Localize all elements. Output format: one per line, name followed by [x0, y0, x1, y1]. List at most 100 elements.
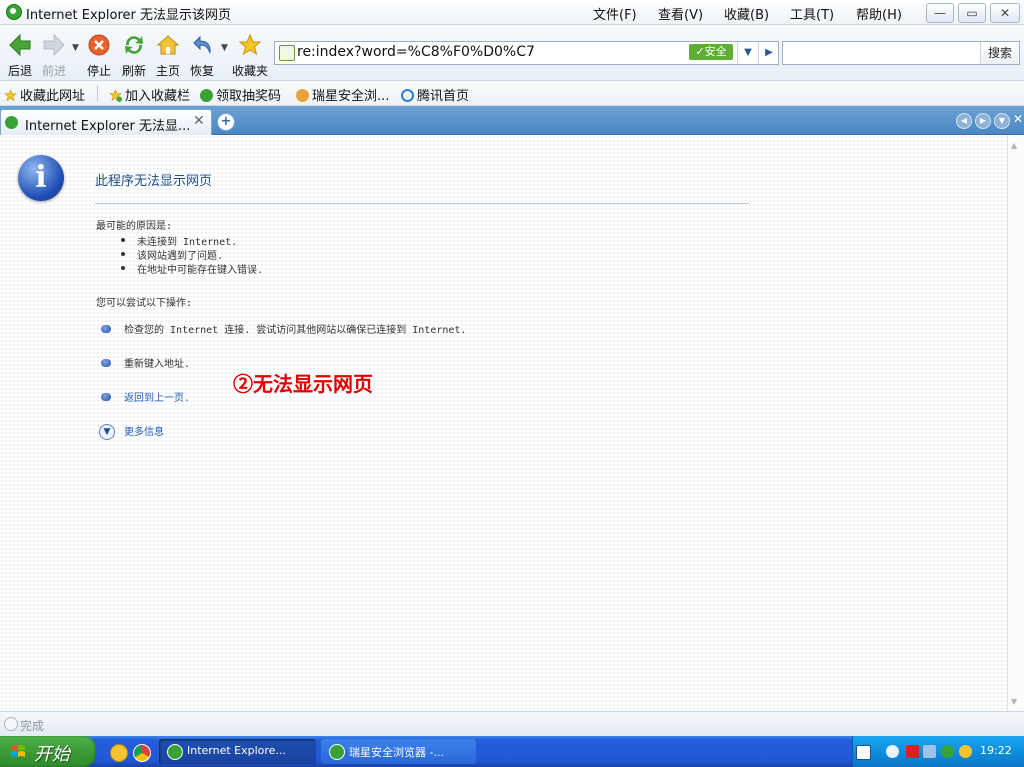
star-icon: [4, 89, 17, 102]
go-back-link[interactable]: 返回到上一页.: [124, 389, 190, 404]
page-heading: 此程序无法显示网页: [95, 174, 213, 189]
browser-icon: [200, 89, 213, 102]
go-arrow-icon[interactable]: ▶: [758, 42, 779, 64]
status-bar: 完成: [0, 711, 1024, 736]
menu-help[interactable]: 帮助(H): [856, 4, 902, 23]
search-button[interactable]: 搜索: [980, 42, 1019, 64]
start-button[interactable]: 开始: [0, 736, 96, 767]
separator: [97, 85, 98, 101]
tab-scroll-left-icon[interactable]: ◀: [956, 113, 972, 129]
fav-add-site-label: 收藏此网址: [20, 89, 86, 104]
status-icon: [4, 717, 18, 731]
favorites-bar: 收藏此网址 加入收藏栏 领取抽奖码 瑞星安全浏... 腾讯首页: [0, 81, 1024, 106]
forward-arrow-icon: [43, 33, 65, 57]
fav-tencent[interactable]: 腾讯首页: [401, 85, 469, 104]
rising-browser-icon: [296, 89, 309, 102]
menu-tools[interactable]: 工具(T): [790, 4, 834, 23]
menu-favorites[interactable]: 收藏(B): [724, 4, 769, 23]
fav-tencent-label: 腾讯首页: [417, 89, 470, 104]
tray-app-icon[interactable]: [856, 745, 871, 760]
tray-browser-icon[interactable]: [941, 745, 954, 758]
home-icon: [156, 35, 180, 55]
forward-button[interactable]: 前进: [37, 27, 71, 78]
fav-lottery-label: 领取抽奖码: [216, 89, 282, 104]
scroll-down-icon[interactable]: ▼: [1011, 697, 1017, 706]
clock: 19:22: [980, 744, 1012, 757]
fav-add-to-bar[interactable]: 加入收藏栏: [109, 85, 190, 104]
tray-antivirus-icon[interactable]: [906, 745, 919, 758]
windows-logo-icon: [11, 745, 25, 757]
undo-icon: [193, 35, 211, 54]
more-info-link[interactable]: 更多信息: [124, 423, 164, 438]
bullet-orb-icon: [101, 359, 111, 367]
tab-bar: Internet Explorer 无法显... ✕ + ◀ ▶ ▼ ✕: [0, 106, 1024, 135]
tray-collapse-icon[interactable]: [886, 745, 899, 758]
annotation-caption: ②无法显示网页: [233, 372, 373, 396]
reason-item: 在地址中可能存在键入错误.: [137, 265, 264, 276]
task-internet-explorer[interactable]: Internet Explore...: [159, 739, 316, 764]
restore-label: 恢复: [189, 64, 214, 78]
tab-page-icon: [5, 116, 18, 129]
bullet-orb-icon: [101, 325, 111, 333]
status-text: 完成: [20, 719, 45, 733]
system-tray: 19:22: [852, 736, 1024, 767]
chrome-icon[interactable]: [133, 744, 151, 762]
tab-bar-close-icon[interactable]: ✕: [1013, 112, 1023, 126]
browser-icon: [167, 744, 183, 760]
task-label: Internet Explore...: [187, 744, 286, 757]
menu-file[interactable]: 文件(F): [593, 4, 637, 23]
refresh-icon: [125, 36, 143, 54]
tray-umbrella-icon[interactable]: [959, 745, 972, 758]
reason-item: 该网站遇到了问题.: [137, 251, 224, 262]
fav-rising-browser[interactable]: 瑞星安全浏...: [296, 85, 389, 104]
fav-add-site[interactable]: 收藏此网址: [4, 85, 85, 104]
close-button[interactable]: ✕: [990, 3, 1020, 23]
forward-label: 前进: [41, 64, 66, 78]
bullet-orb-icon: [101, 393, 111, 401]
fav-lottery[interactable]: 领取抽奖码: [200, 85, 281, 104]
address-input[interactable]: re:index?word=%C8%F0%D0%C7: [297, 44, 535, 60]
tencent-icon: [401, 89, 414, 102]
safety-badge[interactable]: ✓安全: [689, 44, 733, 60]
bullet: [121, 266, 125, 270]
history-dropdown-icon[interactable]: ▼: [72, 43, 79, 53]
info-icon: i: [18, 155, 64, 201]
search-box[interactable]: 搜索: [782, 41, 1020, 65]
menu-view[interactable]: 查看(V): [658, 4, 703, 23]
page-icon: [279, 45, 295, 61]
favorites-button[interactable]: 收藏夹: [232, 27, 268, 78]
expand-chevron-icon[interactable]: ▼: [99, 424, 115, 440]
taskbar: 开始 Internet Explore... 瑞星安全浏览器 -... 19:2…: [0, 736, 1024, 767]
restore-dropdown-icon[interactable]: ▼: [221, 43, 228, 53]
address-bar[interactable]: re:index?word=%C8%F0%D0%C7 ✓安全 ▼ ▶: [274, 41, 779, 65]
quicklaunch-app-icon[interactable]: [110, 744, 128, 762]
reason-item: 未连接到 Internet.: [137, 237, 238, 248]
reasons-title: 最可能的原因是:: [96, 221, 173, 232]
address-dropdown-icon[interactable]: ▼: [737, 42, 758, 64]
task-rising-browser[interactable]: 瑞星安全浏览器 -...: [321, 739, 476, 764]
star-add-icon: [109, 89, 122, 102]
scroll-up-icon[interactable]: ▲: [1011, 141, 1017, 150]
new-tab-button[interactable]: +: [217, 113, 235, 131]
bullet: [121, 252, 125, 256]
back-arrow-icon: [9, 33, 31, 57]
tray-network-icon[interactable]: [923, 745, 936, 758]
vertical-scrollbar[interactable]: ▲ ▼: [1007, 135, 1024, 711]
minimize-button[interactable]: —: [926, 3, 954, 23]
divider: [95, 203, 749, 204]
window-title: Internet Explorer 无法显示该网页: [26, 8, 232, 23]
fav-add-to-bar-label: 加入收藏栏: [125, 89, 191, 104]
start-label: 开始: [34, 744, 70, 765]
tab-close-button[interactable]: ✕: [193, 113, 205, 129]
tab-scroll-right-icon[interactable]: ▶: [975, 113, 991, 129]
stop-icon: [88, 34, 110, 56]
browser-logo-icon: [6, 4, 22, 20]
action-item: 检查您的 Internet 连接. 尝试访问其他网站以确保已连接到 Intern…: [124, 325, 467, 336]
action-item: 重新键入地址.: [124, 359, 191, 370]
restore-tab-button[interactable]: 恢复: [185, 27, 219, 78]
tab-list-icon[interactable]: ▼: [994, 113, 1010, 129]
actions-title: 您可以尝试以下操作:: [96, 298, 193, 309]
tab-active[interactable]: Internet Explorer 无法显... ✕: [0, 109, 212, 135]
restore-button[interactable]: ▭: [958, 3, 986, 23]
browser-icon: [329, 744, 345, 760]
